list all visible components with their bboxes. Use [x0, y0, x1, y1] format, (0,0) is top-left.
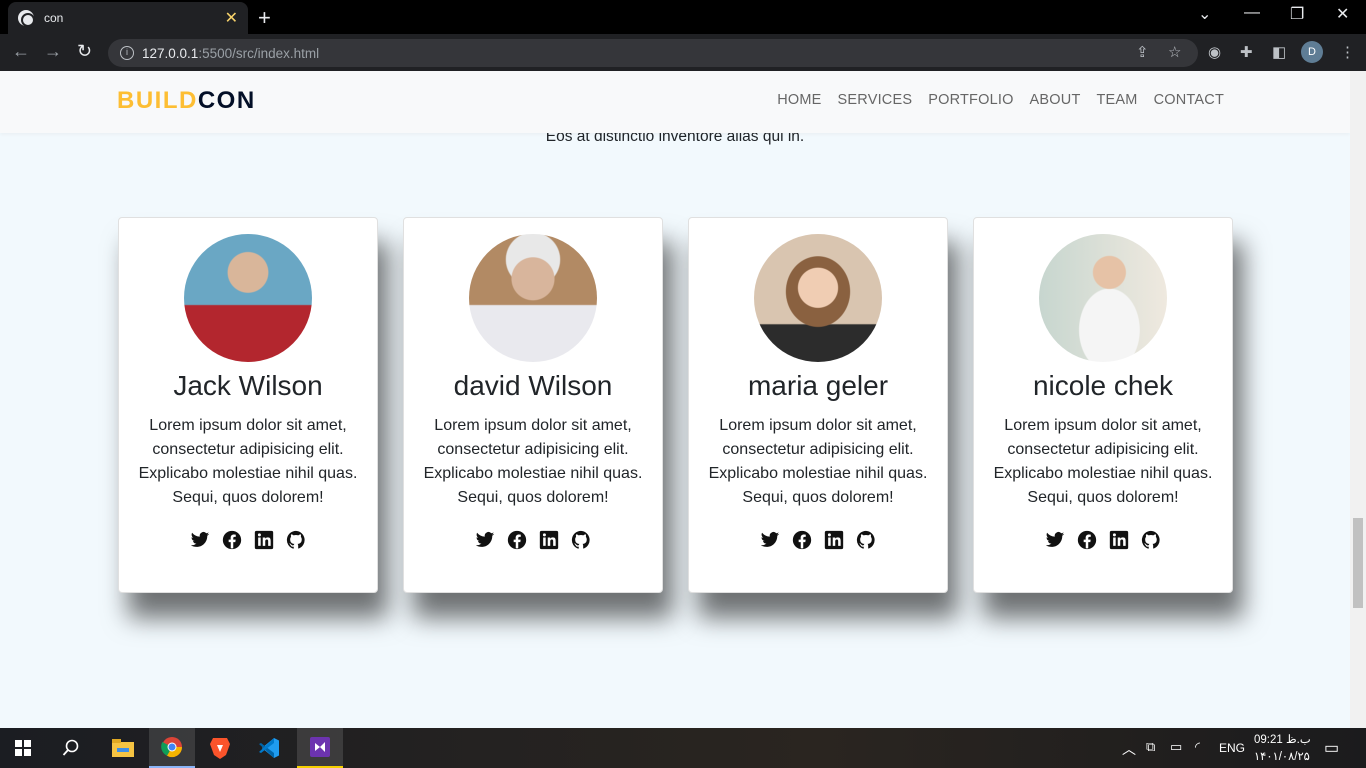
brave-icon[interactable]	[197, 728, 243, 768]
new-tab-icon[interactable]: +	[258, 5, 271, 31]
url-text: 127.0.0.1:5500/src/index.html	[142, 45, 320, 61]
linkedin-icon[interactable]	[1109, 530, 1129, 550]
language-indicator[interactable]: ENG	[1219, 741, 1245, 755]
social-links	[689, 530, 947, 550]
browser-tab-bar: con ✕ + ⌄ — ❐ ✕	[0, 0, 1366, 34]
clock-time[interactable]: 09:21 ب.ظ	[1254, 732, 1311, 746]
team-member-bio: Lorem ipsum dolor sit amet, consectetur …	[708, 417, 928, 506]
clock-date[interactable]: ۱۴۰۱/۰۸/۲۵	[1254, 749, 1310, 763]
scrollbar-thumb[interactable]	[1353, 518, 1363, 608]
extensions-puzzle-icon[interactable]: ✚	[1240, 43, 1253, 61]
extension-record-icon[interactable]: ◉	[1208, 43, 1221, 61]
menu-kebab-icon[interactable]: ⋮	[1340, 43, 1355, 61]
team-member-name: Jack Wilson	[173, 370, 323, 401]
site-header: BUILDCON HOME SERVICES PORTFOLIO ABOUT T…	[0, 71, 1350, 133]
social-links	[974, 530, 1232, 550]
chrome-icon[interactable]	[149, 728, 195, 768]
team-member-photo	[184, 234, 312, 362]
browser-tab[interactable]: con ✕	[8, 2, 248, 34]
team-member-bio: Lorem ipsum dolor sit amet, consectetur …	[423, 417, 643, 506]
nav-contact[interactable]: CONTACT	[1154, 92, 1224, 108]
social-links	[404, 530, 662, 550]
nav-about[interactable]: ABOUT	[1030, 92, 1081, 108]
windows-start-icon[interactable]	[0, 728, 46, 768]
forward-icon[interactable]: →	[44, 41, 62, 62]
wifi-icon[interactable]: ◜	[1195, 739, 1200, 755]
team-card: nicole chek Lorem ipsum dolor sit amet, …	[973, 217, 1233, 593]
team-member-photo	[754, 234, 882, 362]
globe-icon	[18, 10, 35, 27]
team-member-name: maria geler	[747, 370, 889, 401]
main-nav: HOME SERVICES PORTFOLIO ABOUT TEAM CONTA…	[777, 92, 1224, 108]
linkedin-icon[interactable]	[539, 530, 559, 550]
profile-avatar[interactable]: D	[1301, 41, 1323, 63]
close-window-icon[interactable]: ✕	[1336, 4, 1349, 24]
vscode-icon[interactable]	[246, 728, 292, 768]
share-icon[interactable]: ⇪	[1136, 43, 1149, 61]
team-member-name: david Wilson	[453, 370, 613, 401]
side-panel-icon[interactable]: ◧	[1272, 43, 1286, 61]
nav-home[interactable]: HOME	[777, 92, 821, 108]
tab-search-icon[interactable]: ⌄	[1198, 4, 1211, 24]
social-links	[119, 530, 377, 550]
twitter-icon[interactable]	[760, 530, 780, 550]
battery-icon[interactable]: ▭	[1170, 739, 1182, 755]
search-icon[interactable]	[48, 728, 94, 768]
show-hidden-icons-icon[interactable]: ︿	[1122, 739, 1136, 759]
facebook-icon[interactable]	[507, 530, 527, 550]
team-member-photo	[469, 234, 597, 362]
linkedin-icon[interactable]	[824, 530, 844, 550]
bookmark-star-icon[interactable]: ☆	[1168, 43, 1181, 61]
facebook-icon[interactable]	[222, 530, 242, 550]
page-scrollbar[interactable]	[1350, 71, 1366, 728]
github-icon[interactable]	[856, 530, 876, 550]
back-icon[interactable]: ←	[12, 41, 30, 62]
github-icon[interactable]	[571, 530, 591, 550]
minimize-icon[interactable]: —	[1244, 4, 1260, 22]
team-card: Jack Wilson Lorem ipsum dolor sit amet, …	[118, 217, 378, 593]
team-card: maria geler Lorem ipsum dolor sit amet, …	[688, 217, 948, 593]
notifications-icon[interactable]: ▭	[1324, 738, 1339, 758]
facebook-icon[interactable]	[1077, 530, 1097, 550]
reload-icon[interactable]: ↻	[77, 41, 92, 62]
logo-accent-text: BUILD	[117, 87, 198, 114]
visual-studio-icon[interactable]	[297, 728, 343, 768]
browser-toolbar: ← → ↻ i 127.0.0.1:5500/src/index.html ⇪ …	[0, 34, 1366, 71]
webpage: Eos at distinctio inventore alias qui in…	[0, 71, 1350, 728]
team-member-bio: Lorem ipsum dolor sit amet, consectetur …	[993, 417, 1213, 506]
nav-portfolio[interactable]: PORTFOLIO	[928, 92, 1013, 108]
nav-services[interactable]: SERVICES	[838, 92, 913, 108]
twitter-icon[interactable]	[475, 530, 495, 550]
site-logo[interactable]: BUILDCON	[117, 87, 256, 115]
github-icon[interactable]	[1141, 530, 1161, 550]
team-member-photo	[1039, 234, 1167, 362]
github-icon[interactable]	[286, 530, 306, 550]
tab-title: con	[44, 11, 64, 25]
twitter-icon[interactable]	[1045, 530, 1065, 550]
nav-team[interactable]: TEAM	[1097, 92, 1138, 108]
close-tab-icon[interactable]: ✕	[225, 8, 238, 28]
team-card: david Wilson Lorem ipsum dolor sit amet,…	[403, 217, 663, 593]
twitter-icon[interactable]	[190, 530, 210, 550]
address-bar[interactable]: i 127.0.0.1:5500/src/index.html	[108, 39, 1198, 67]
facebook-icon[interactable]	[792, 530, 812, 550]
team-member-name: nicole chek	[1032, 370, 1174, 401]
restore-icon[interactable]: ❐	[1290, 4, 1304, 24]
linkedin-icon[interactable]	[254, 530, 274, 550]
windows-taskbar: ︿ ⧉ ▭ ◜ ENG 09:21 ب.ظ ۱۴۰۱/۰۸/۲۵ ▭	[0, 728, 1366, 768]
team-member-bio: Lorem ipsum dolor sit amet, consectetur …	[138, 417, 358, 506]
logo-dark-text: CON	[197, 87, 256, 114]
meet-now-icon[interactable]: ⧉	[1146, 739, 1155, 755]
site-info-icon[interactable]: i	[120, 46, 134, 60]
file-explorer-icon[interactable]	[100, 728, 146, 768]
